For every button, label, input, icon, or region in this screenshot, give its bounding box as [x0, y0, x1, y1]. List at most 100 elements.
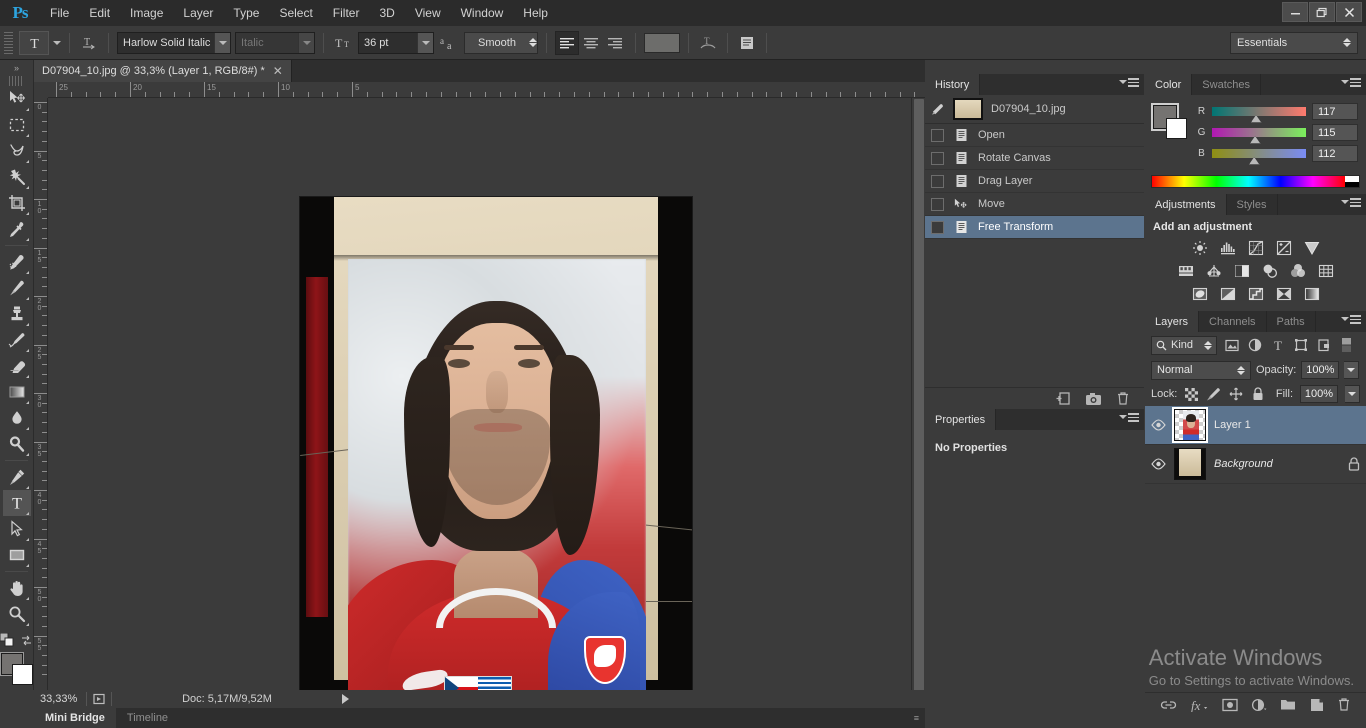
- history-state-open[interactable]: Open: [925, 124, 1144, 147]
- layer-name[interactable]: Background: [1214, 458, 1273, 470]
- shape-layer-filter-icon[interactable]: [1292, 337, 1309, 354]
- menu-3d[interactable]: 3D: [369, 0, 404, 26]
- close-icon[interactable]: ✕: [273, 65, 283, 77]
- toolbox-grip[interactable]: [9, 76, 24, 86]
- new-adjustment-layer-icon[interactable]: [1251, 698, 1267, 712]
- stepper-icon[interactable]: [1204, 340, 1212, 350]
- fill-chevron-down-icon[interactable]: [1345, 385, 1360, 403]
- vibrance-icon[interactable]: [1302, 239, 1322, 257]
- red-slider[interactable]: [1212, 107, 1306, 123]
- menu-image[interactable]: Image: [120, 0, 173, 26]
- document-tab[interactable]: D07904_10.jpg @ 33,3% (Layer 1, RGB/8#) …: [34, 60, 292, 82]
- history-state-checkbox[interactable]: [931, 174, 944, 188]
- curves-icon[interactable]: [1246, 239, 1266, 257]
- layer-thumbnail[interactable]: [1174, 448, 1206, 480]
- eraser-tool[interactable]: [3, 353, 31, 379]
- color-spectrum-ramp[interactable]: [1151, 175, 1360, 188]
- white-black-swatches[interactable]: [1345, 176, 1359, 187]
- blend-mode-select[interactable]: Normal: [1151, 360, 1251, 380]
- smart-object-filter-icon[interactable]: [1315, 337, 1332, 354]
- status-menu-arrow-icon[interactable]: [342, 693, 349, 704]
- green-slider[interactable]: [1212, 128, 1306, 144]
- fill-value-field[interactable]: 100%: [1300, 385, 1338, 403]
- menu-layer[interactable]: Layer: [173, 0, 223, 26]
- tab-history[interactable]: History: [925, 74, 981, 95]
- history-source-state[interactable]: D07904_10.jpg: [925, 95, 1144, 124]
- default-colors-icon[interactable]: [0, 633, 14, 647]
- close-button[interactable]: [1336, 2, 1362, 22]
- eyedropper-tool[interactable]: [3, 216, 31, 242]
- anti-alias-select[interactable]: Smooth: [464, 31, 538, 54]
- threshold-icon[interactable]: [1246, 285, 1266, 303]
- layer-visibility-icon[interactable]: [1151, 458, 1166, 470]
- move-tool[interactable]: [3, 86, 31, 112]
- tab-swatches[interactable]: Swatches: [1192, 74, 1261, 95]
- levels-icon[interactable]: [1218, 239, 1238, 257]
- green-slider-knob[interactable]: [1249, 136, 1261, 144]
- blue-slider-knob[interactable]: [1248, 157, 1260, 165]
- align-left-button[interactable]: [555, 30, 579, 55]
- tab-layers[interactable]: Layers: [1145, 311, 1200, 332]
- channel-mixer-icon[interactable]: [1288, 262, 1308, 280]
- delete-state-icon[interactable]: [1116, 391, 1130, 406]
- layer-row-layer-1[interactable]: Layer 1: [1145, 406, 1366, 445]
- opacity-chevron-down-icon[interactable]: [1344, 361, 1360, 379]
- opacity-value-field[interactable]: 100%: [1301, 361, 1340, 379]
- lasso-tool[interactable]: [3, 138, 31, 164]
- add-layer-mask-icon[interactable]: [1221, 698, 1238, 712]
- history-state-rotate-canvas[interactable]: Rotate Canvas: [925, 147, 1144, 170]
- tab-channels[interactable]: Channels: [1199, 311, 1267, 332]
- type-tool[interactable]: T: [2, 490, 31, 516]
- delete-layer-icon[interactable]: [1337, 697, 1351, 712]
- tab-adjustments[interactable]: Adjustments: [1145, 194, 1227, 215]
- new-document-from-state-icon[interactable]: [1055, 391, 1071, 406]
- blue-slider[interactable]: [1212, 149, 1306, 165]
- history-state-checkbox[interactable]: [931, 197, 944, 211]
- active-tool-preset-icon[interactable]: T: [19, 30, 49, 55]
- menu-window[interactable]: Window: [451, 0, 514, 26]
- ruler-corner[interactable]: [34, 82, 48, 98]
- quick-selection-tool[interactable]: [3, 164, 31, 190]
- stepper-icon[interactable]: [1237, 365, 1245, 375]
- type-layer-filter-icon[interactable]: T: [1269, 337, 1286, 354]
- menu-filter[interactable]: Filter: [323, 0, 370, 26]
- crop-tool[interactable]: [3, 190, 31, 216]
- zoom-tool[interactable]: [3, 601, 31, 627]
- restore-button[interactable]: [1309, 2, 1335, 22]
- scrollbar-thumb[interactable]: [914, 99, 924, 691]
- lock-all-icon[interactable]: [1250, 387, 1265, 402]
- red-value-field[interactable]: 117: [1312, 103, 1358, 120]
- stepper-icon[interactable]: [1343, 38, 1351, 47]
- brightness-contrast-icon[interactable]: [1190, 239, 1210, 257]
- zoom-level-field[interactable]: 33,33%: [34, 691, 86, 706]
- selective-color-icon[interactable]: [1274, 285, 1294, 303]
- history-state-checkbox[interactable]: [931, 128, 944, 142]
- align-center-button[interactable]: [579, 31, 603, 55]
- font-size-select[interactable]: 36 pt: [358, 31, 434, 54]
- dodge-tool[interactable]: [3, 431, 31, 457]
- menu-file[interactable]: File: [40, 0, 79, 26]
- bottom-panel-menu-icon[interactable]: ≡: [914, 713, 919, 723]
- tab-color[interactable]: Color: [1145, 74, 1193, 95]
- panel-menu-icon[interactable]: [1341, 198, 1361, 207]
- stepper-icon[interactable]: [529, 38, 537, 47]
- background-color-swatch[interactable]: [1166, 118, 1187, 139]
- photo-filter-icon[interactable]: [1260, 262, 1280, 280]
- layer-row-background[interactable]: Background: [1145, 445, 1366, 484]
- layer-filter-kind-select[interactable]: Kind: [1151, 335, 1217, 355]
- spectrum-gradient[interactable]: [1152, 176, 1345, 187]
- new-layer-icon[interactable]: [1310, 698, 1324, 712]
- menu-type[interactable]: Type: [223, 0, 269, 26]
- pen-tool[interactable]: [3, 464, 31, 490]
- history-state-checkbox[interactable]: [931, 151, 944, 165]
- vertical-ruler[interactable]: 051 01 52 02 53 03 54 04 55 05 5: [34, 98, 48, 698]
- tool-preset-chevron-icon[interactable]: [53, 40, 61, 45]
- swap-colors-icon[interactable]: [20, 634, 33, 647]
- spot-healing-brush-tool[interactable]: [3, 249, 31, 275]
- new-group-icon[interactable]: [1280, 698, 1296, 711]
- text-color-swatch[interactable]: [644, 32, 680, 53]
- path-selection-tool[interactable]: [3, 516, 31, 542]
- tab-properties[interactable]: Properties: [925, 409, 997, 430]
- clone-stamp-tool[interactable]: [3, 301, 31, 327]
- history-state-drag-layer[interactable]: Drag Layer: [925, 170, 1144, 193]
